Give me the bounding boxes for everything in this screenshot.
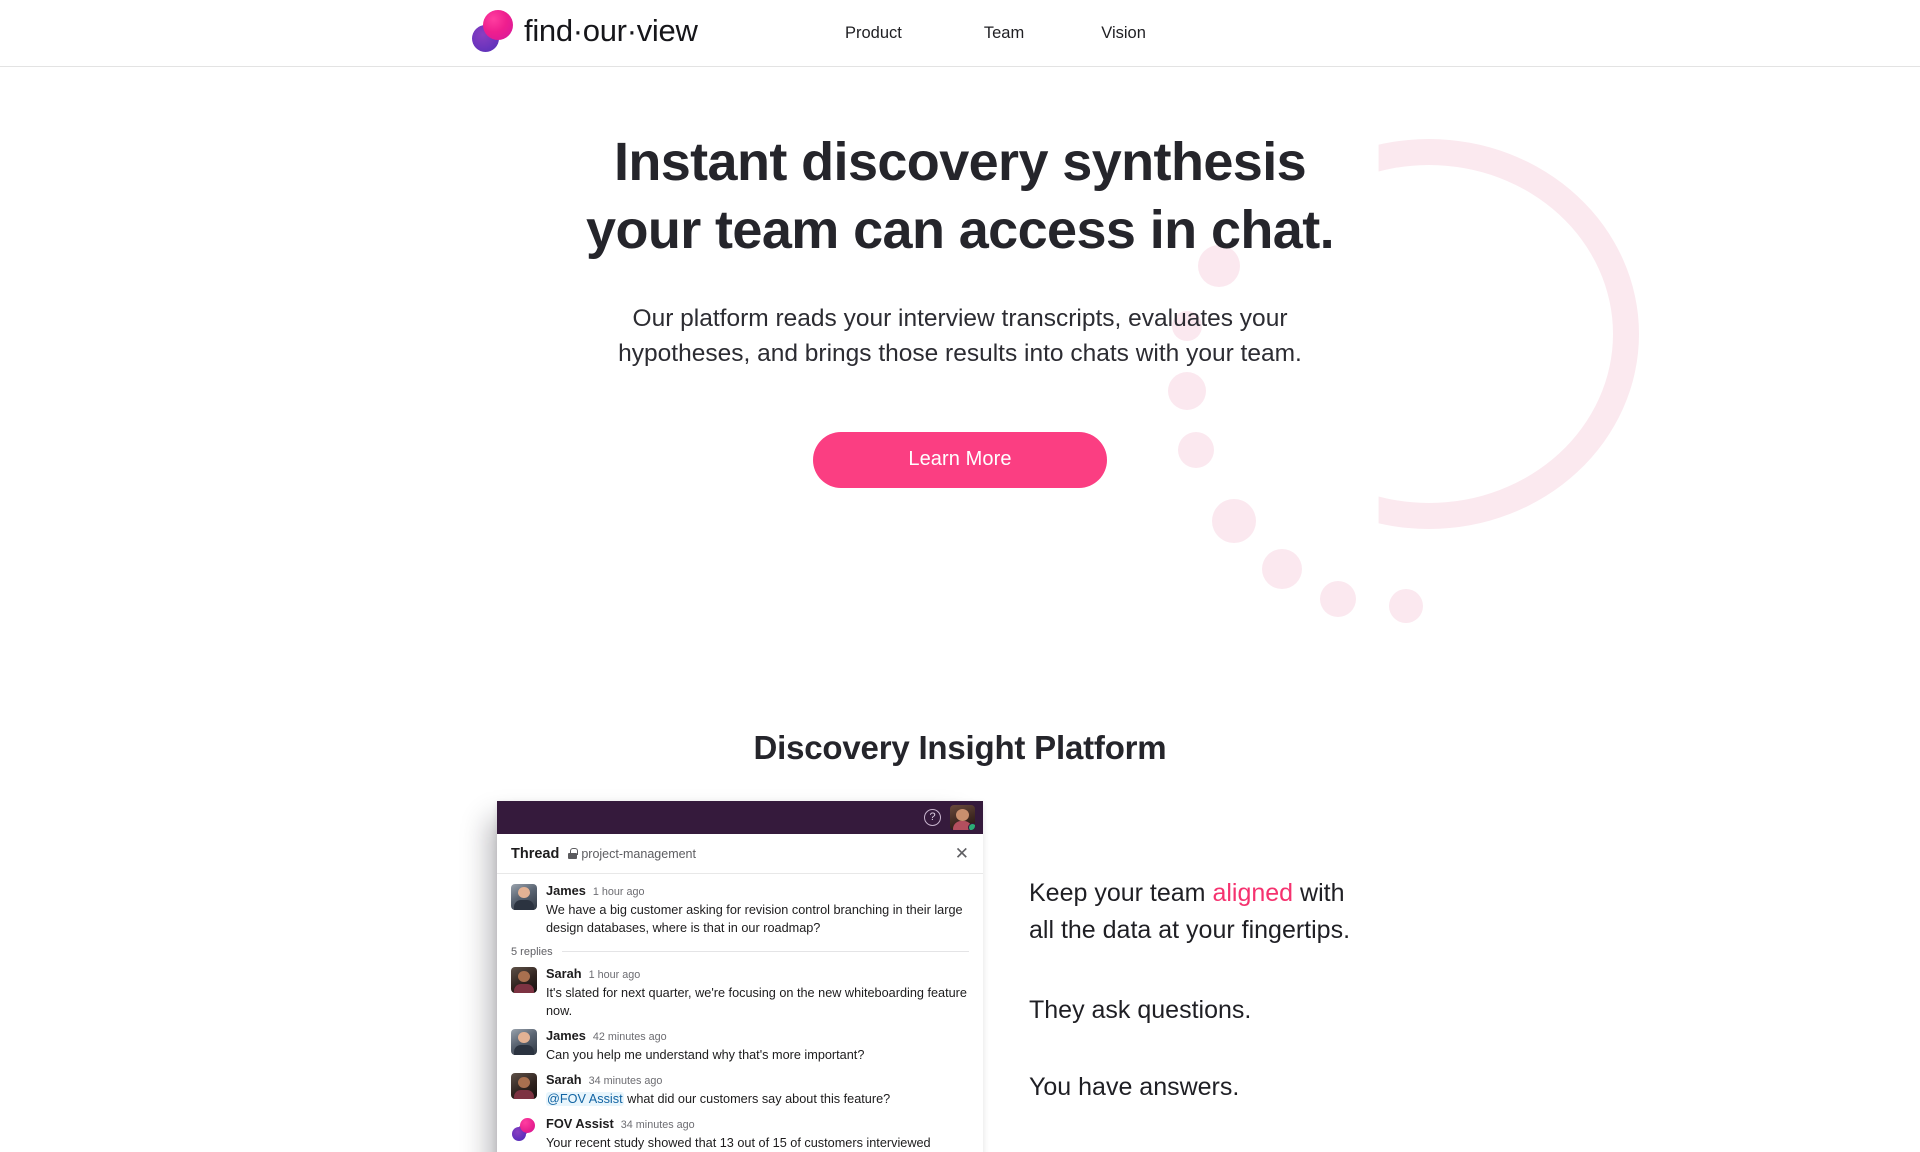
hero-subtitle-line-2: hypotheses, and brings those results int… — [618, 339, 1302, 367]
message-timestamp: 34 minutes ago — [620, 1118, 695, 1131]
message-text: @FOV Assist what did our customers say a… — [546, 1090, 969, 1108]
copy-paragraph-3: You have answers. — [1029, 1072, 1240, 1101]
copy-paragraph-2: They ask questions. — [1029, 996, 1252, 1024]
thread-channel-name: project-management — [581, 846, 696, 861]
nav-item-team[interactable]: Team — [984, 24, 1024, 43]
copy-line-2: all the data at your fingertips. — [1029, 915, 1351, 944]
replies-count[interactable]: 5 replies — [511, 946, 553, 958]
message-timestamp: 1 hour ago — [592, 886, 645, 898]
message-author: Sarah — [546, 965, 582, 981]
hero-section: Instant discovery synthesis your team ca… — [0, 67, 1920, 687]
question-circle-icon[interactable]: ? — [924, 809, 941, 826]
close-icon[interactable]: ✕ — [955, 845, 969, 862]
thread-title: Thread — [511, 845, 560, 862]
copy-highlight-aligned: aligned — [1212, 879, 1294, 907]
thread-message: FOV Assist 34 minutes ago Your recent st… — [511, 1115, 969, 1152]
hero-title: Instant discovery synthesis your team ca… — [0, 129, 1920, 264]
hero-title-line-1: Instant discovery synthesis — [613, 132, 1307, 192]
nav-item-vision[interactable]: Vision — [1101, 24, 1146, 43]
james-avatar — [511, 884, 537, 910]
user-avatar[interactable] — [950, 805, 975, 830]
copy-line-1a: Keep your team — [1029, 879, 1213, 907]
user-mention[interactable]: @FOV Assist — [546, 1091, 624, 1106]
thread-message-list: James 1 hour ago We have a big customer … — [497, 874, 983, 1152]
thread-message: Sarah 1 hour ago It's slated for next qu… — [511, 965, 969, 1020]
platform-copy: Keep your team aligned with all the data… — [1029, 875, 1459, 1105]
message-author: FOV Assist — [546, 1115, 614, 1131]
replies-divider: 5 replies — [511, 946, 969, 958]
slack-thread-mockup: ? Thread project-management ✕ James 1 ho… — [497, 801, 983, 1152]
message-timestamp: 42 minutes ago — [592, 1030, 667, 1043]
learn-more-button[interactable]: Learn More — [813, 431, 1107, 488]
primary-nav: Product Team Vision — [845, 0, 1146, 66]
message-author: Sarah — [546, 1071, 582, 1087]
nav-item-product[interactable]: Product — [845, 24, 902, 43]
decorative-dot — [1320, 581, 1356, 617]
hero-title-line-2: your team can access in chat. — [586, 199, 1335, 260]
copy-line-1b: with — [1293, 879, 1345, 907]
decorative-dot — [1389, 589, 1423, 623]
fov-assist-avatar — [511, 1116, 537, 1143]
fov-blob-logo-icon — [470, 7, 514, 55]
presence-indicator — [968, 823, 975, 830]
message-text: It's slated for next quarter, we're focu… — [546, 985, 967, 1018]
site-header: find·our·view Product Team Vision — [0, 0, 1920, 67]
message-author: James — [546, 1027, 586, 1043]
message-text: Can you help me understand why that's mo… — [546, 1047, 865, 1062]
message-timestamp: 1 hour ago — [588, 968, 641, 981]
message-timestamp: 34 minutes ago — [588, 1074, 663, 1087]
thread-message: James 1 hour ago We have a big customer … — [511, 883, 969, 937]
message-author: James — [546, 883, 586, 898]
platform-title: Discovery Insight Platform — [753, 729, 1167, 766]
hero-subtitle: Our platform reads your interview transc… — [530, 302, 1390, 372]
decorative-dot — [1262, 549, 1302, 589]
message-text-rest: what did our customers say about this fe… — [623, 1091, 891, 1106]
mockup-topbar: ? — [497, 801, 983, 834]
sarah-avatar — [511, 1072, 537, 1099]
sarah-avatar — [511, 966, 537, 993]
lock-icon — [568, 848, 578, 859]
copy-paragraph-1: Keep your team aligned with all the data… — [1029, 875, 1459, 948]
brand-name: find·our·view — [524, 13, 698, 48]
message-text: We have a big customer asking for revisi… — [546, 902, 963, 935]
thread-header: Thread project-management ✕ — [497, 834, 983, 874]
platform-section: Discovery Insight Platform ? Thread proj… — [0, 729, 1920, 1152]
james-avatar — [511, 1028, 537, 1055]
message-text: Your recent study showed that 13 out of … — [546, 1135, 931, 1150]
brand-logo-link[interactable]: find·our·view — [470, 7, 698, 55]
divider-rule — [561, 951, 969, 953]
decorative-dot — [1212, 499, 1256, 543]
hero-subtitle-line-1: Our platform reads your interview transc… — [632, 305, 1288, 332]
thread-message: Sarah 34 minutes ago @FOV Assist what di… — [511, 1071, 969, 1108]
thread-message: James 42 minutes ago Can you help me und… — [511, 1027, 969, 1064]
